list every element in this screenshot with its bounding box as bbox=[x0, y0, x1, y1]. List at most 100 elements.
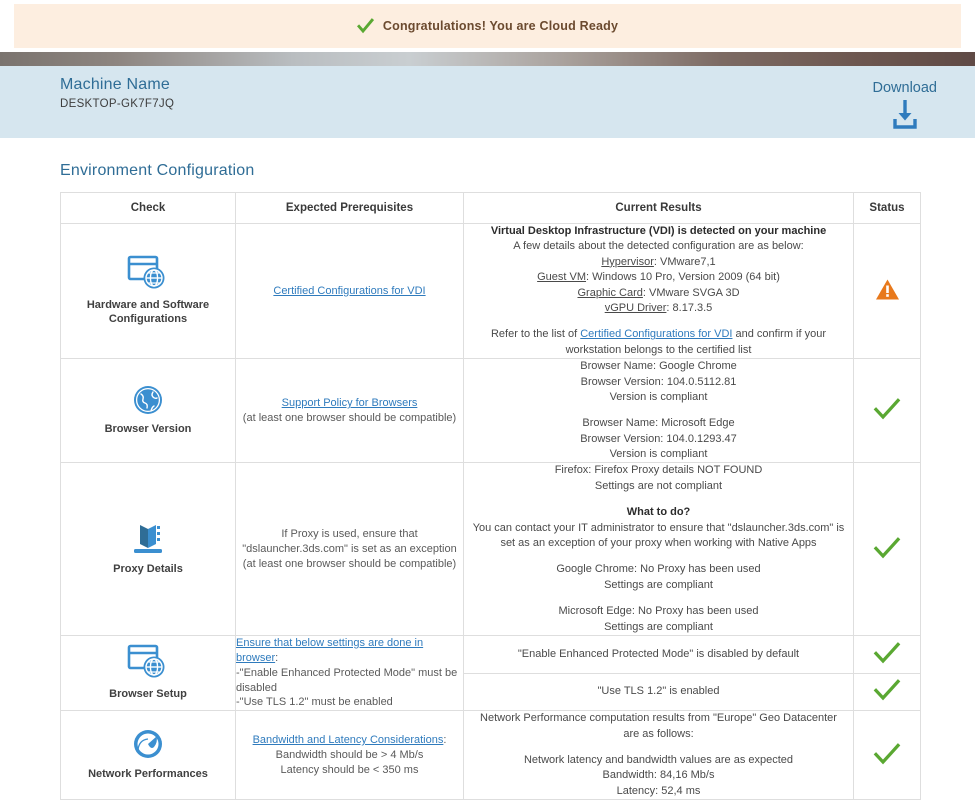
results-cell-browser-setup-epm: "Enable Enhanced Protected Mode" is disa… bbox=[463, 634, 854, 674]
check-cell-network-performances: Network Performances bbox=[60, 710, 236, 800]
check-cell-hardware-software: Hardware and Software Configurations bbox=[60, 222, 236, 360]
banner-text: Congratulations! You are Cloud Ready bbox=[382, 19, 619, 33]
edge-proxy-line-1: Microsoft Edge: No Proxy has been used bbox=[558, 605, 759, 618]
prereq-cell-hardware-software: Certified Configurations for VDI bbox=[235, 222, 464, 360]
check-green-icon bbox=[873, 679, 901, 705]
vdi-detail-value: VMware SVGA 3D bbox=[649, 286, 740, 299]
congratulations-banner-wrapper: Congratulations! You are Cloud Ready bbox=[0, 4, 975, 52]
prereq-cell-browser-setup: Ensure that below settings are done in b… bbox=[235, 634, 464, 712]
chrome-proxy-line-2: Settings are compliant bbox=[604, 578, 713, 591]
edge-proxy-line-2: Settings are compliant bbox=[604, 620, 713, 633]
result-line: are as follows: bbox=[623, 727, 694, 740]
vdi-detected-heading: Virtual Desktop Infrastructure (VDI) is … bbox=[490, 225, 827, 237]
status-cell-hardware-software bbox=[853, 222, 921, 360]
vdi-detail-guest-vm: Guest VM: Windows 10 Pro, Version 2009 (… bbox=[537, 271, 780, 284]
result-line: Network latency and bandwidth values are… bbox=[523, 753, 794, 766]
status-cell-browser-setup-epm bbox=[853, 634, 921, 674]
prereq-line: (at least one browser should be compatib… bbox=[242, 557, 457, 570]
result-line: Latency: 52,4 ms bbox=[616, 784, 701, 797]
vdi-detail-value: VMware7,1 bbox=[660, 255, 716, 268]
check-label: Network Performances bbox=[88, 768, 208, 781]
vdi-detail-graphic-card: Graphic Card: VMware SVGA 3D bbox=[577, 286, 740, 299]
prereq-colon: : bbox=[275, 651, 279, 664]
column-header-results: Current Results bbox=[463, 192, 854, 224]
result-line: Network Performance computation results … bbox=[480, 712, 837, 725]
browser-settings-link[interactable]: Ensure that below settings are done in b… bbox=[236, 637, 423, 664]
column-header-check: Check bbox=[60, 192, 236, 224]
column-header-prereq: Expected Prerequisites bbox=[235, 192, 464, 224]
prereq-cell-browser-version: Support Policy for Browsers (at least on… bbox=[235, 358, 464, 464]
vdi-detail-hypervisor: Hypervisor: VMware7,1 bbox=[601, 255, 716, 268]
check-cell-proxy-details: Proxy Details bbox=[60, 462, 236, 636]
certified-configurations-vdi-inline-link[interactable]: Certified Configurations for VDI bbox=[580, 328, 732, 340]
support-policy-browsers-link[interactable]: Support Policy for Browsers bbox=[282, 397, 418, 409]
vdi-detail-label: vGPU Driver bbox=[604, 301, 667, 314]
machine-name-label: Machine Name bbox=[60, 76, 171, 93]
machine-name-block: Machine Name DESKTOP-GK7F7JQ bbox=[60, 76, 174, 110]
table-row: Hardware and Software Configurations Cer… bbox=[60, 222, 921, 360]
table-row: Network Performances Bandwidth and Laten… bbox=[60, 710, 921, 800]
what-to-do-body: You can contact your IT administrator to… bbox=[472, 521, 845, 550]
column-header-status: Status bbox=[853, 192, 921, 224]
prereq-cell-proxy-details: If Proxy is used, ensure that "dslaunche… bbox=[235, 462, 464, 636]
vdi-detail-value: 8.17.3.5 bbox=[672, 301, 713, 314]
firefox-proxy-line-1: Firefox: Firefox Proxy details NOT FOUND bbox=[554, 464, 763, 477]
vdi-footer-pre: Refer to the list of bbox=[490, 328, 581, 341]
results-cell-hardware-software: Virtual Desktop Infrastructure (VDI) is … bbox=[463, 222, 854, 360]
check-label: Browser Setup bbox=[109, 688, 187, 701]
speedometer-icon bbox=[61, 728, 235, 760]
certified-configurations-vdi-link[interactable]: Certified Configurations for VDI bbox=[273, 285, 425, 297]
status-cell-proxy-details bbox=[853, 462, 921, 636]
prereq-line: "dslauncher.3ds.com" is set as an except… bbox=[242, 542, 457, 555]
machine-info-bar: Machine Name DESKTOP-GK7F7JQ Download bbox=[0, 66, 975, 138]
status-cell-browser-version bbox=[853, 358, 921, 464]
main-content: Environment Configuration Check Expected… bbox=[0, 162, 975, 800]
vdi-detected-subheading: A few details about the detected configu… bbox=[513, 240, 804, 253]
prereq-cell-network-performances: Bandwidth and Latency Considerations: Ba… bbox=[235, 710, 464, 800]
bandwidth-latency-link[interactable]: Bandwidth and Latency Considerations bbox=[253, 734, 444, 746]
download-label: Download bbox=[872, 80, 938, 96]
chrome-proxy-line-1: Google Chrome: No Proxy has been used bbox=[556, 563, 761, 576]
prereq-colon: : bbox=[443, 733, 447, 746]
vdi-detail-vgpu-driver: vGPU Driver: 8.17.3.5 bbox=[604, 301, 713, 314]
vdi-detail-label: Graphic Card bbox=[577, 286, 643, 299]
table-row: Browser Setup Ensure that below settings… bbox=[60, 634, 921, 712]
prereq-bullet: Bandwidth should be > 4 Mb/s bbox=[275, 748, 424, 761]
status-cell-network-performances bbox=[853, 710, 921, 800]
results-cell-proxy-details: Firefox: Firefox Proxy details NOT FOUND… bbox=[463, 462, 854, 636]
vdi-detail-label: Hypervisor bbox=[601, 255, 654, 268]
check-label: Browser Version bbox=[104, 422, 192, 435]
check-label: Proxy Details bbox=[113, 563, 183, 576]
check-green-icon bbox=[873, 742, 901, 769]
prereq-bullet: Latency should be < 350 ms bbox=[280, 763, 419, 776]
browser-setup-icon bbox=[61, 644, 235, 680]
download-arrow-icon[interactable] bbox=[873, 98, 938, 130]
check-green-icon bbox=[873, 398, 901, 424]
prereq-bullet: -"Enable Enhanced Protected Mode" must b… bbox=[236, 666, 458, 694]
result-line: Browser Name: Microsoft Edge bbox=[582, 417, 735, 430]
results-cell-browser-setup-tls: "Use TLS 1.2" is enabled bbox=[463, 672, 854, 712]
decorative-gradient-strip bbox=[0, 52, 975, 66]
status-cell-browser-setup-tls bbox=[853, 672, 921, 712]
download-button[interactable]: Download bbox=[872, 80, 938, 130]
result-line: Bandwidth: 84,16 Mb/s bbox=[602, 769, 715, 782]
table-row: Proxy Details If Proxy is used, ensure t… bbox=[60, 462, 921, 636]
congratulations-banner: Congratulations! You are Cloud Ready bbox=[14, 4, 961, 48]
globe-icon bbox=[61, 385, 235, 415]
check-green-icon bbox=[873, 641, 901, 668]
check-cell-browser-version: Browser Version bbox=[60, 358, 236, 464]
what-to-do-heading: What to do? bbox=[626, 506, 691, 519]
vdi-detail-label: Guest VM bbox=[537, 271, 587, 284]
page-title: Environment Configuration bbox=[60, 162, 255, 179]
vdi-monitor-globe-icon bbox=[61, 255, 235, 291]
result-line: Browser Version: 104.0.5112.81 bbox=[580, 375, 737, 388]
results-cell-network-performances: Network Performance computation results … bbox=[463, 710, 854, 800]
check-green-icon bbox=[356, 17, 374, 35]
warning-icon bbox=[875, 279, 900, 304]
results-cell-browser-version: Browser Name: Google Chrome Browser Vers… bbox=[463, 358, 854, 464]
check-label: Hardware and Software Configurations bbox=[86, 299, 210, 326]
